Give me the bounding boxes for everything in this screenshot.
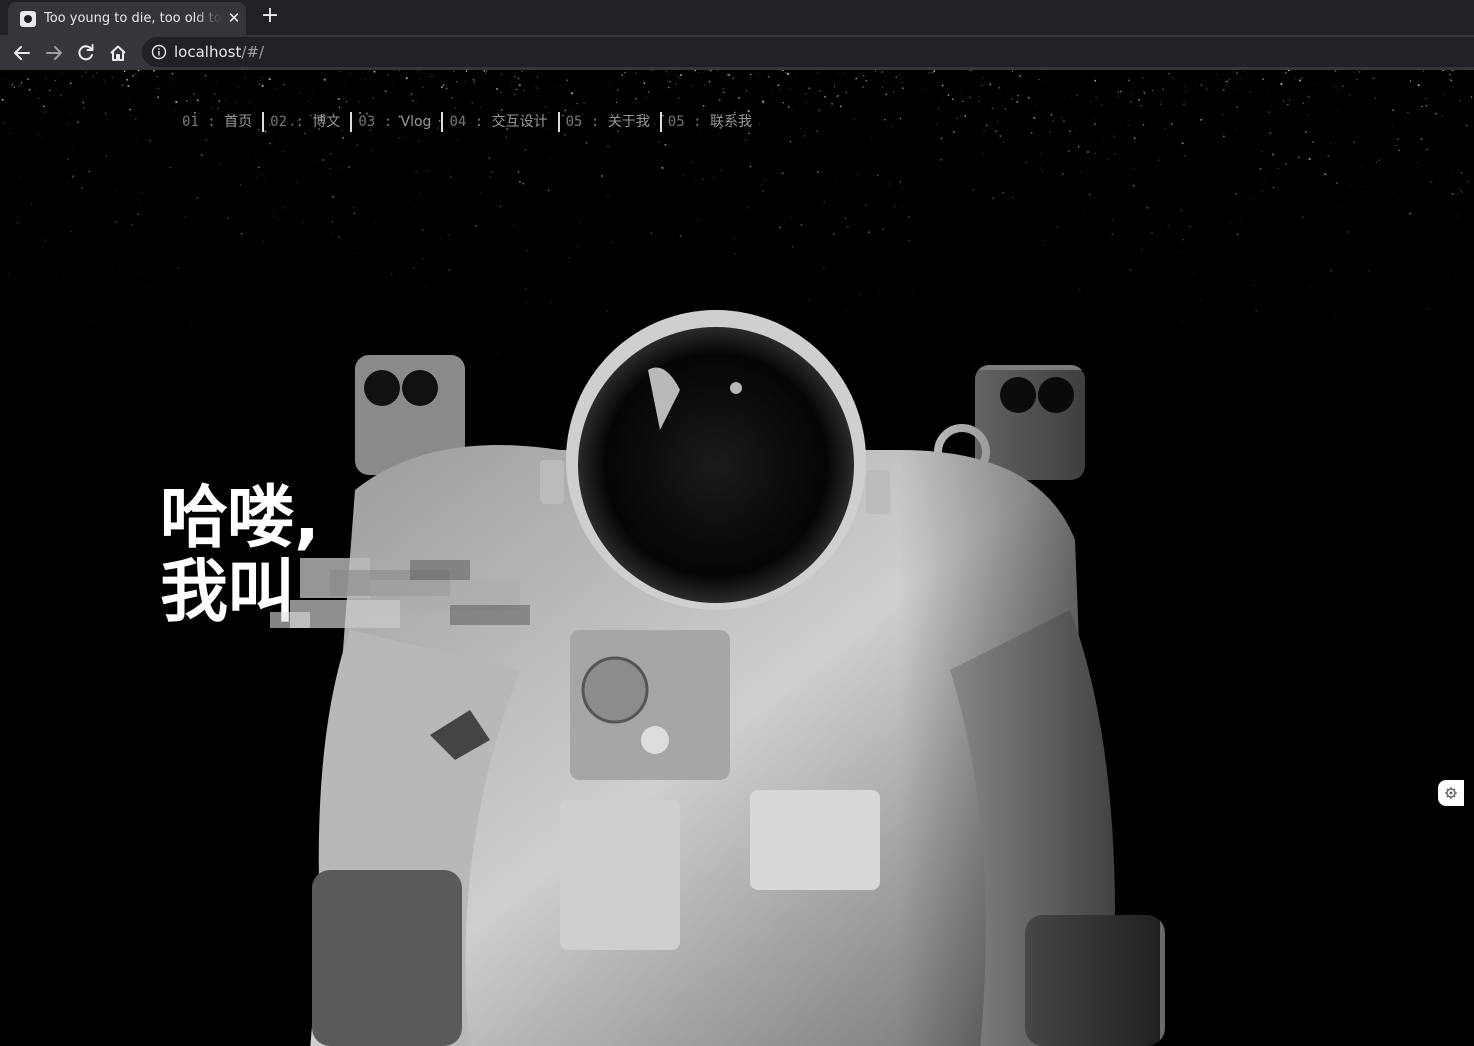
nav-item-interaction-design[interactable]: 04 : 交互设计: [443, 108, 557, 136]
nav-item-about[interactable]: 05 : 关于我: [560, 108, 660, 136]
nav-item-vlog[interactable]: 03 : Vlog: [352, 108, 441, 136]
back-arrow-icon[interactable]: [8, 39, 36, 67]
forward-arrow-icon[interactable]: [40, 39, 68, 67]
nav-item-blog[interactable]: 02 : 博文: [264, 108, 350, 136]
hero-line-1: 哈喽,: [160, 479, 320, 558]
web-page: 01 : 首页 02 : 博文 03 : Vlog 04 : 交互设计 05 :…: [0, 70, 1474, 1046]
main-navigation: 01 : 首页 02 : 博文 03 : Vlog 04 : 交互设计 05 :…: [176, 108, 762, 136]
info-icon[interactable]: [151, 44, 167, 60]
browser-tab-strip: Too young to die, too old to live ✕ +: [0, 0, 1474, 35]
browser-toolbar: localhost/#/: [0, 35, 1474, 70]
plus-icon[interactable]: +: [258, 4, 282, 28]
close-icon[interactable]: ✕: [224, 8, 244, 28]
glitch-name-effect: [270, 558, 530, 628]
browser-tab-active[interactable]: Too young to die, too old to live ✕: [8, 2, 246, 35]
address-bar[interactable]: localhost/#/: [142, 37, 1474, 67]
tab-title: Too young to die, too old to live: [44, 11, 222, 26]
reload-icon[interactable]: [72, 39, 100, 67]
settings-gear-icon: [1445, 787, 1457, 799]
nav-item-home[interactable]: 01 : 首页: [176, 108, 262, 136]
url-text: localhost/#/: [174, 43, 265, 61]
floating-settings-button[interactable]: [1438, 780, 1464, 806]
nav-item-contact[interactable]: 05 : 联系我: [662, 108, 762, 136]
skull-favicon-icon: [20, 11, 36, 27]
home-icon[interactable]: [104, 39, 132, 67]
